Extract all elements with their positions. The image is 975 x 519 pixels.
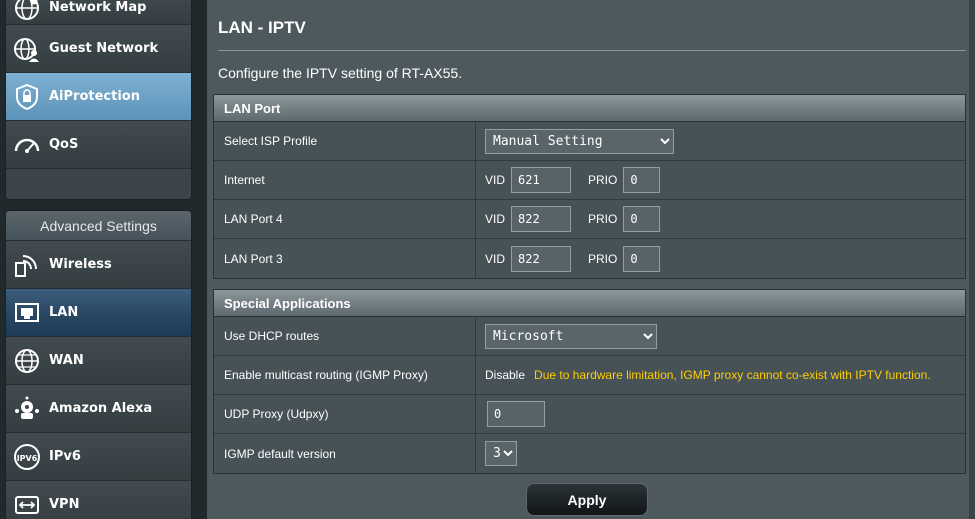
igmp-proxy-label: Enable multicast routing (IGMP Proxy) [214, 356, 476, 394]
sidebar-item-lan[interactable]: LAN [6, 289, 191, 337]
lan-port-3-label: LAN Port 3 [214, 239, 476, 278]
table-row: UDP Proxy (Udpxy) [214, 395, 965, 434]
table-row: Use DHCP routes Microsoft [214, 317, 965, 356]
prio-label: PRIO [588, 173, 618, 187]
main-panel: LAN - IPTV Configure the IPTV setting of… [207, 0, 975, 519]
table-row: Internet VID PRIO [214, 161, 965, 200]
page-title: LAN - IPTV [218, 18, 306, 37]
igmp-version-label: IGMP default version [214, 434, 476, 473]
internet-prio-input[interactable] [623, 167, 661, 193]
vid-label: VID [485, 251, 506, 266]
igmp-proxy-value: Disable [485, 368, 526, 382]
table-row: LAN Port 4 VID PRIO [214, 200, 965, 239]
vpn-icon [12, 490, 42, 519]
table-row: LAN Port 3 VID PRIO [214, 239, 965, 278]
title-divider [218, 50, 966, 51]
main-menu-group: Network Map Guest Network AiProtection Q… [5, 0, 192, 200]
prio-label: PRIO [588, 251, 618, 266]
sidebar-item-label: VPN [49, 497, 80, 512]
sidebar-item-ipv6[interactable]: IPV6 IPv6 [6, 433, 191, 481]
sidebar-item-label: Guest Network [49, 41, 159, 56]
sidebar-item-amazon-alexa[interactable]: Amazon Alexa [6, 385, 191, 433]
sidebar-item-wireless[interactable]: Wireless [6, 241, 191, 289]
table-row: Select ISP Profile Manual Setting [214, 122, 965, 161]
vid-label: VID [485, 173, 506, 187]
lan-port-header: LAN Port [214, 95, 965, 122]
sidebar-item-network-map[interactable]: Network Map [6, 0, 191, 25]
table-row: IGMP default version 3 [214, 434, 965, 473]
sidebar-item-aiprotection[interactable]: AiProtection [6, 73, 191, 121]
lan-port-4-prio-input[interactable] [623, 206, 661, 232]
sidebar-item-label: QoS [49, 137, 79, 152]
page-description: Configure the IPTV setting of RT-AX55. [218, 65, 463, 81]
lan-port-4-vid-input[interactable] [511, 206, 572, 232]
udpxy-label: UDP Proxy (Udpxy) [214, 395, 476, 433]
advanced-menu-group: Advanced Settings Wireless LAN WAN Amazo… [5, 210, 192, 519]
sidebar-item-label: Wireless [49, 257, 112, 272]
udpxy-input[interactable] [487, 401, 545, 427]
prio-label: PRIO [588, 212, 618, 226]
dhcp-routes-select[interactable]: Microsoft [485, 323, 657, 349]
sidebar-item-label: Network Map [49, 0, 147, 15]
internet-vid-input[interactable] [511, 167, 572, 193]
dhcp-routes-label: Use DHCP routes [214, 317, 476, 355]
table-row: Enable multicast routing (IGMP Proxy) Di… [214, 356, 965, 395]
lan-icon [12, 298, 42, 328]
vid-label: VID [485, 212, 506, 226]
svg-text:IPV6: IPV6 [17, 454, 38, 463]
guest-network-icon [12, 34, 42, 64]
lan-port-3-prio-input[interactable] [623, 245, 661, 272]
sidebar-item-label: IPv6 [49, 449, 81, 464]
special-applications-header: Special Applications [214, 290, 965, 317]
alexa-icon [12, 394, 42, 424]
special-applications-table: Special Applications Use DHCP routes Mic… [213, 289, 966, 474]
sidebar-item-label: AiProtection [49, 89, 140, 104]
sidebar-item-guest-network[interactable]: Guest Network [6, 25, 191, 73]
advanced-settings-header: Advanced Settings [6, 211, 191, 241]
lan-port-table: LAN Port Select ISP Profile Manual Setti… [213, 94, 966, 279]
apply-button[interactable]: Apply [526, 483, 648, 516]
sidebar-item-wan[interactable]: WAN [6, 337, 191, 385]
lan-port-4-label: LAN Port 4 [214, 200, 476, 238]
globe-icon [12, 346, 42, 376]
speedometer-icon [12, 130, 42, 160]
sidebar-item-label: Amazon Alexa [49, 401, 153, 416]
right-border [969, 0, 975, 519]
wifi-icon [12, 250, 42, 280]
lan-port-3-vid-input[interactable] [511, 245, 572, 272]
igmp-warning-text: Due to hardware limitation, IGMP proxy c… [534, 368, 931, 382]
sidebar-item-label: WAN [49, 353, 84, 368]
isp-profile-label: Select ISP Profile [214, 122, 476, 160]
sidebar-item-qos[interactable]: QoS [6, 121, 191, 169]
igmp-version-select[interactable]: 3 [485, 441, 517, 466]
internet-label: Internet [214, 161, 476, 199]
shield-icon [12, 82, 42, 112]
sidebar-item-vpn[interactable]: VPN [6, 481, 191, 519]
sidebar: Network Map Guest Network AiProtection Q… [0, 0, 200, 519]
isp-profile-select[interactable]: Manual Setting [485, 128, 674, 154]
ipv6-icon: IPV6 [12, 442, 42, 472]
network-map-icon [12, 0, 42, 23]
sidebar-item-label: LAN [49, 305, 79, 320]
